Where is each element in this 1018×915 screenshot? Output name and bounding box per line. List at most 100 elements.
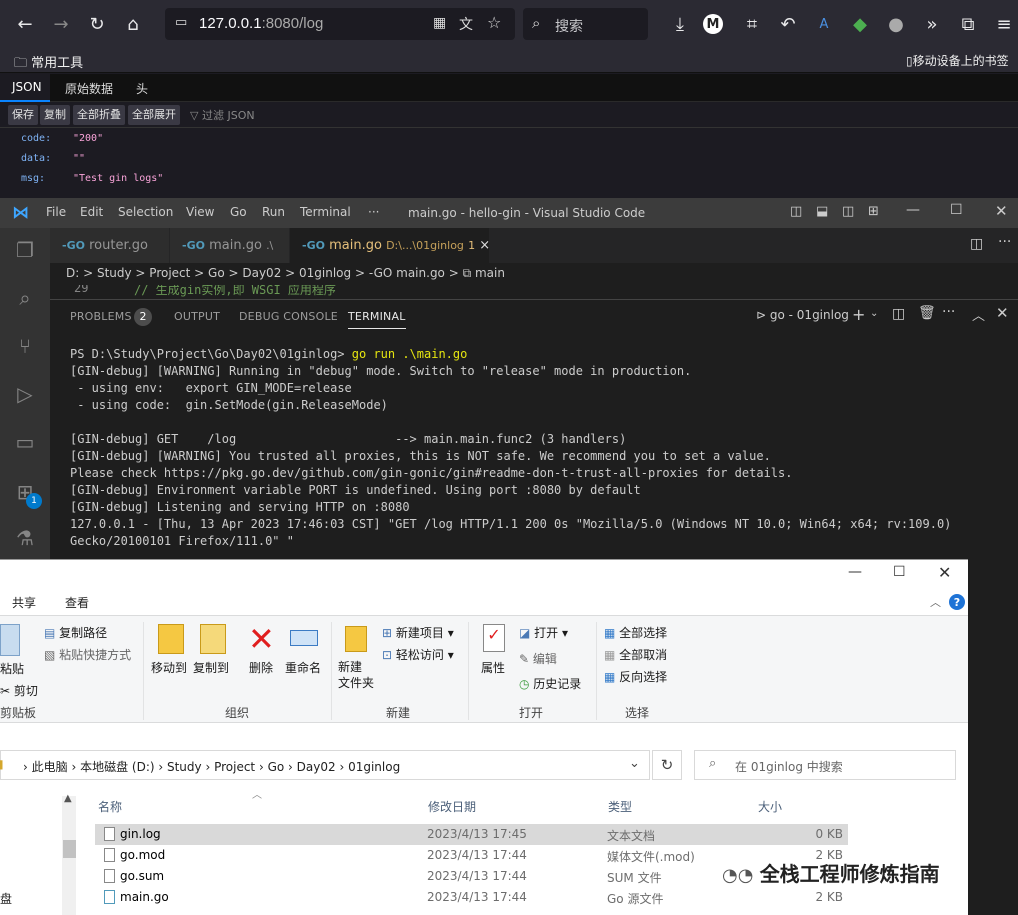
bookmark-folder-mobile[interactable]: ▯移动设备上的书签 <box>906 52 1009 69</box>
crop-icon[interactable]: ⌗ <box>739 11 765 37</box>
path-segment[interactable]: 此电脑 <box>32 760 68 774</box>
terminal-output[interactable]: PS D:\Study\Project\Go\Day02\01ginlog> g… <box>70 346 1015 550</box>
extension-icon[interactable]: ◆ <box>847 11 873 37</box>
m-extension-icon[interactable]: M <box>703 14 723 34</box>
copy-button[interactable]: 复制 <box>40 105 70 125</box>
breadcrumb[interactable]: D: > Study > Project > Go > Day02 > 01gi… <box>50 263 1018 285</box>
testing-icon[interactable]: ⚗ <box>13 526 37 550</box>
select-none-button[interactable]: ▦ 全部取消 <box>604 646 667 663</box>
close-icon[interactable]: ✕ <box>995 202 1008 220</box>
tab-headers[interactable]: 头 <box>136 80 148 97</box>
column-date-modified[interactable]: 修改日期 <box>428 798 476 815</box>
copy-to-button[interactable]: 复制到 <box>193 659 229 676</box>
maximize-icon[interactable]: ☐ <box>950 202 963 218</box>
back-arrow-icon[interactable]: ← <box>12 11 38 37</box>
overflow-chevron-icon[interactable]: » <box>919 11 945 37</box>
customize-layout-icon[interactable]: ⊞ <box>868 204 879 219</box>
new-item-button[interactable]: ⊞ 新建项目 ▾ <box>382 624 454 641</box>
record-icon[interactable]: ● <box>883 11 909 37</box>
search-bar[interactable]: ⌕ 搜索 <box>523 8 648 40</box>
chevron-down-icon[interactable]: ⌄ <box>629 756 640 771</box>
explorer-icon[interactable]: ❐ <box>13 238 37 262</box>
hamburger-menu-icon[interactable]: ≡ <box>991 11 1017 37</box>
column-size[interactable]: 大小 <box>758 798 782 815</box>
forward-arrow-icon[interactable]: → <box>48 11 74 37</box>
home-icon[interactable]: ⌂ <box>120 11 146 37</box>
menu-view[interactable]: View <box>186 205 214 219</box>
menu-selection[interactable]: Selection <box>118 205 173 219</box>
delete-button[interactable]: 删除 <box>249 659 273 676</box>
refresh-icon[interactable]: ↻ <box>652 750 682 780</box>
menu-go[interactable]: Go <box>230 205 247 219</box>
easy-access-button[interactable]: ⊡ 轻松访问 ▾ <box>382 646 454 663</box>
column-type[interactable]: 类型 <box>608 798 632 815</box>
file-row[interactable]: gin.log 2023/4/13 17:45 文本文档 0 KB <box>95 824 848 845</box>
run-debug-icon[interactable]: ▷ <box>13 382 37 406</box>
split-editor-icon[interactable]: ◫ <box>970 236 983 252</box>
menu-more[interactable]: ··· <box>368 205 379 219</box>
toggle-primary-sidebar-icon[interactable]: ◫ <box>790 204 802 219</box>
scroll-up-icon[interactable]: ▲ <box>64 793 72 804</box>
paste-shortcut-button[interactable]: ▧ 粘贴快捷方式 <box>44 646 131 663</box>
paste-button[interactable]: 粘贴 <box>0 660 24 677</box>
tab-problems[interactable]: PROBLEMS <box>70 310 132 323</box>
tab-debug-console[interactable]: DEBUG CONSOLE <box>239 310 338 323</box>
path-segment[interactable]: Study <box>167 760 202 774</box>
terminal-selector[interactable]: ⊳ go - 01ginlog <box>756 308 849 322</box>
file-row[interactable]: main.go 2023/4/13 17:44 Go 源文件 2 KB <box>95 887 848 908</box>
edit-button[interactable]: ✎ 编辑 <box>519 650 557 667</box>
path-segment[interactable]: Day02 <box>297 760 336 774</box>
close-panel-icon[interactable]: ✕ <box>996 304 1009 322</box>
nav-pane-drive-label[interactable]: 盘 <box>0 890 12 907</box>
tab-router-go[interactable]: -GO router.go <box>50 228 170 263</box>
minimize-icon[interactable]: — <box>848 564 862 580</box>
maximize-panel-icon[interactable]: ︿ <box>972 305 985 324</box>
tab-terminal[interactable]: TERMINAL <box>348 310 406 329</box>
bookmark-star-icon[interactable]: ☆ <box>487 13 501 32</box>
path-segment[interactable]: 本地磁盘 (D:) <box>80 760 154 774</box>
move-to-button[interactable]: 移动到 <box>151 659 187 676</box>
open-button[interactable]: ◪ 打开 ▾ <box>519 624 568 641</box>
tab-main-go-local[interactable]: -GO main.go .\ <box>170 228 290 263</box>
path-segment[interactable]: Project <box>214 760 255 774</box>
invert-selection-button[interactable]: ▦ 反向选择 <box>604 668 667 685</box>
split-terminal-icon[interactable]: ◫ <box>892 306 905 322</box>
expand-all-button[interactable]: 全部展开 <box>128 105 180 125</box>
close-tab-icon[interactable]: × <box>479 238 490 253</box>
menu-terminal[interactable]: Terminal <box>300 205 351 219</box>
page-info-icon[interactable]: ▭ <box>175 15 187 30</box>
collapse-all-button[interactable]: 全部折叠 <box>73 105 125 125</box>
download-icon[interactable]: ⤓ <box>667 11 693 37</box>
minimize-icon[interactable]: — <box>906 202 920 218</box>
copy-path-button[interactable]: ▤ 复制路径 <box>44 624 107 641</box>
translate-icon[interactable]: 文 <box>459 14 473 34</box>
url-bar[interactable]: ▭ 127.0.0.1:8080/log ▦ 文 ☆ <box>165 8 515 40</box>
undo-icon[interactable]: ↶ <box>775 11 801 37</box>
tab-raw-data[interactable]: 原始数据 <box>65 80 113 97</box>
rename-button[interactable]: 重命名 <box>285 659 321 676</box>
collapse-ribbon-icon[interactable]: ︿ <box>930 594 941 610</box>
filter-json-input[interactable]: ▽ 过滤 JSON <box>190 107 255 123</box>
close-icon[interactable]: ✕ <box>938 563 951 582</box>
scrollbar-thumb[interactable] <box>63 840 76 858</box>
reload-icon[interactable]: ↻ <box>84 11 110 37</box>
menu-run[interactable]: Run <box>262 205 285 219</box>
new-terminal-icon[interactable]: + <box>852 305 865 324</box>
tab-view[interactable]: 查看 <box>65 594 89 611</box>
properties-button[interactable]: 属性 <box>481 659 505 676</box>
translate-extension-icon[interactable]: A <box>811 11 837 37</box>
save-button[interactable]: 保存 <box>8 105 38 125</box>
menu-file[interactable]: File <box>46 205 66 219</box>
history-button[interactable]: ◷ 历史记录 <box>519 675 581 692</box>
trash-icon[interactable]: 🗑 <box>918 305 936 321</box>
select-all-button[interactable]: ▦ 全部选择 <box>604 624 667 641</box>
tab-json-label[interactable]: JSON <box>12 80 42 94</box>
more-icon[interactable]: ··· <box>942 304 955 320</box>
search-icon[interactable]: ⌕ <box>13 286 37 310</box>
menu-edit[interactable]: Edit <box>80 205 103 219</box>
address-path[interactable]: › 此电脑 › 本地磁盘 (D:) › Study › Project › Go… <box>23 758 400 775</box>
source-control-icon[interactable]: ⑂ <box>13 334 37 358</box>
search-box[interactable]: ⌕ 在 01ginlog 中搜索 <box>694 750 956 780</box>
url-text[interactable]: 127.0.0.1:8080/log <box>199 15 323 32</box>
qr-code-icon[interactable]: ▦ <box>433 15 446 31</box>
